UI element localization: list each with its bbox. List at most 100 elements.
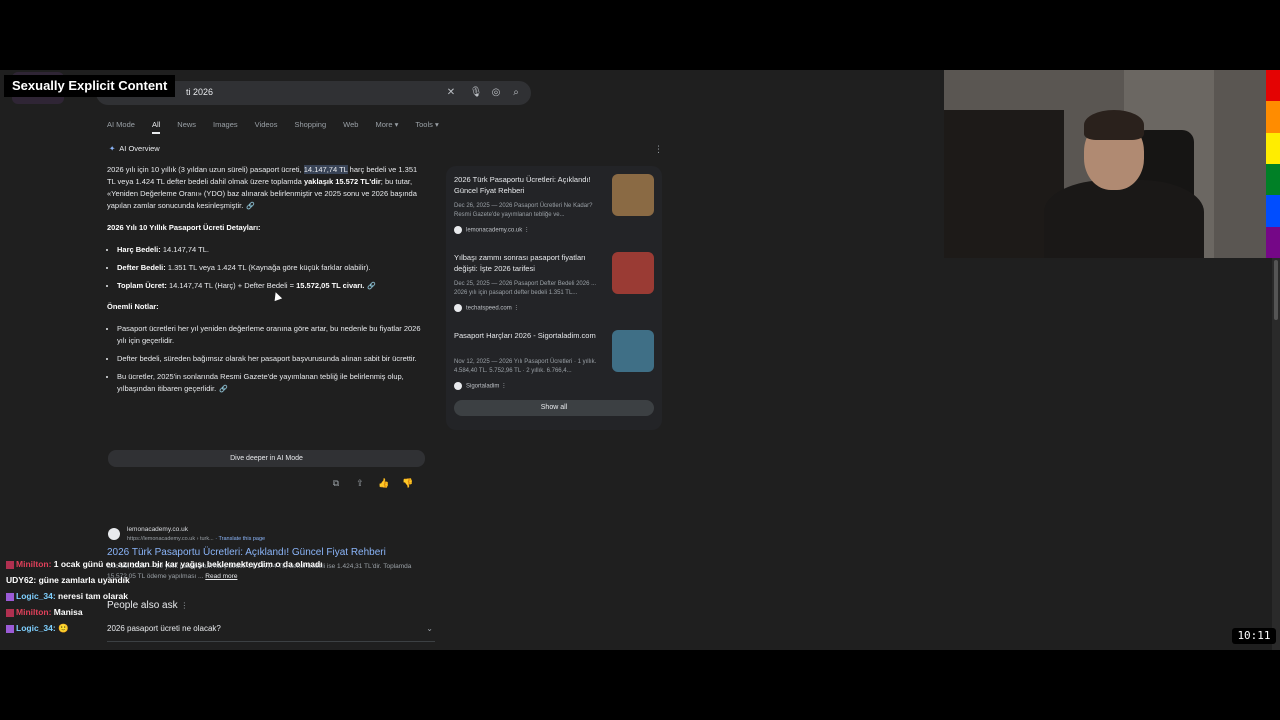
result-url[interactable]: https://lemonacademy.co.uk › turk... · T… (127, 536, 265, 542)
source-site: lemonacademy.co.uk ⋮ (454, 226, 530, 234)
list-item: Harç Bedeli: 14.147,74 TL. (117, 244, 427, 256)
link-icon[interactable]: 🔗 (219, 386, 228, 393)
source-title[interactable]: Pasaport Harçları 2026 - Sigortaladim.co… (454, 330, 604, 341)
search-query[interactable]: ti 2026 (186, 87, 213, 97)
tab-all[interactable]: All (151, 120, 161, 134)
source-card[interactable]: Pasaport Harçları 2026 - Sigortaladim.co… (454, 330, 654, 400)
webcam-person-hair (1084, 110, 1144, 140)
chat-user: Minilton: (16, 607, 52, 617)
detail-bold: 15.572,05 TL civarı. (296, 281, 365, 290)
chat-message: Minilton: Manisa (6, 604, 426, 620)
lens-icon[interactable]: ◎ (489, 86, 503, 100)
chat-message: Logic_34: neresi tam olarak (6, 588, 426, 604)
badge-icon (6, 608, 14, 617)
thumbs-up-icon[interactable]: 👍 (378, 478, 390, 490)
source-title[interactable]: 2026 Türk Pasaportu Ücretleri: Açıklandı… (454, 174, 604, 196)
source-desc: Dec 26, 2025 — 2026 Pasaport Ücretleri N… (454, 203, 593, 218)
source-title[interactable]: Yılbaşı zammı sonrası pasaport fiyatları… (454, 252, 604, 274)
nsfw-label: Sexually Explicit Content (4, 75, 176, 97)
tab-ai-mode[interactable]: AI Mode (107, 120, 135, 134)
source-desc: Nov 12, 2025 — 2026 Yılı Pasaport Ücretl… (454, 359, 597, 374)
badge-icon (6, 624, 14, 633)
tab-shopping[interactable]: Shopping (294, 120, 326, 134)
screen: ti 2026 ✕ 🎙 ◎ ⌕ Sexually Explicit Conten… (0, 70, 1280, 650)
source-site: techatspeed.com ⋮ (454, 304, 519, 312)
favicon-icon (454, 226, 462, 234)
ai-overview-title: AI Overview (119, 144, 160, 153)
more-options-icon[interactable]: ⋮ (654, 144, 663, 155)
detail-label: Defter Bedeli: (117, 263, 166, 272)
tab-tools[interactable]: Tools ▾ (415, 120, 438, 134)
chat-message: Logic_34: 🙂 (6, 620, 426, 636)
tab-web[interactable]: Web (343, 120, 358, 134)
share-icon[interactable]: ⇪ (354, 478, 366, 490)
tab-videos[interactable]: Videos (255, 120, 278, 134)
detail-text: 1.351 TL veya 1.424 TL (Kaynağa göre küç… (165, 263, 371, 272)
sources-panel: 2026 Türk Pasaportu Ücretleri: Açıklandı… (446, 166, 662, 430)
translate-link[interactable]: · Translate this page (214, 536, 265, 542)
ai-overview-intro: 2026 yılı için 10 yıllık (3 yıldan uzun … (107, 164, 427, 213)
intro-text-a: 2026 yılı için 10 yıllık (3 yıldan uzun … (107, 165, 304, 174)
tab-more[interactable]: More ▾ (375, 120, 398, 134)
source-site: Sigortaladim ⋮ (454, 382, 507, 390)
notes-heading: Önemli Notlar: (107, 302, 159, 311)
detail-label: Harç Bedeli: (117, 245, 161, 254)
tab-images[interactable]: Images (213, 120, 238, 134)
details-heading: 2026 Yılı 10 Yıllık Pasaport Ücreti Deta… (107, 223, 261, 232)
source-desc: Dec 25, 2025 — 2026 Pasaport Defter Bede… (454, 281, 597, 296)
intro-bold: yaklaşık 15.572 TL'dir (303, 177, 381, 186)
link-icon[interactable]: 🔗 (246, 203, 255, 210)
list-item: Bu ücretler, 2025'in sonlarında Resmi Ga… (117, 371, 427, 396)
scrollbar-thumb[interactable] (1274, 260, 1278, 320)
list-item: Toplam Ücret: 14.147,74 TL (Harç) + Deft… (117, 280, 427, 293)
favicon-icon (454, 382, 462, 390)
chat-overlay: Minilton: 1 ocak günü en azından bir kar… (6, 556, 426, 636)
clock: 10:11 (1232, 628, 1276, 644)
result-url-text[interactable]: https://lemonacademy.co.uk › turk... (127, 536, 214, 542)
mic-icon[interactable]: 🎙 (469, 86, 483, 100)
chat-text: 1 ocak günü en azından bir kar yağışı be… (51, 559, 323, 569)
chat-user: UDY62: (6, 575, 37, 585)
chat-user: Minilton: (16, 559, 52, 569)
chat-user: Logic_34: (16, 623, 56, 633)
intro-highlight: 14.147,74 TL (303, 165, 348, 174)
detail-text: 14.147,74 TL (Harç) + Defter Bedeli = (166, 281, 297, 290)
webcam-person-body (1044, 180, 1204, 258)
detail-text: 14.147,74 TL. (160, 245, 210, 254)
detail-label: Toplam Ücret: (117, 281, 167, 290)
source-site-name: techatspeed.com (466, 305, 512, 312)
source-thumbnail[interactable] (612, 252, 654, 294)
ai-overview-heading: ✦ AI Overview (109, 144, 160, 153)
webcam-feed (944, 70, 1280, 258)
close-icon[interactable]: ✕ (444, 86, 458, 100)
source-card[interactable]: 2026 Türk Pasaportu Ücretleri: Açıklandı… (454, 174, 654, 244)
result-favicon-icon (108, 528, 120, 540)
dive-deeper-button[interactable]: Dive deeper in AI Mode (108, 450, 425, 467)
source-thumbnail[interactable] (612, 174, 654, 216)
list-item: Defter bedeli, süreden bağımsız olarak h… (117, 353, 427, 365)
scrollbar[interactable] (1272, 258, 1280, 650)
result-site[interactable]: lemonacademy.co.uk (127, 526, 188, 533)
source-site-name: Sigortaladim (466, 383, 500, 390)
chevron-down-icon[interactable]: ⌄ (426, 624, 433, 633)
list-item: Pasaport ücretleri her yıl yeniden değer… (117, 323, 427, 347)
tab-news[interactable]: News (177, 120, 196, 134)
thumbs-down-icon[interactable]: 👎 (402, 478, 414, 490)
search-icon[interactable]: ⌕ (509, 86, 523, 100)
badge-icon (6, 592, 14, 601)
source-thumbnail[interactable] (612, 330, 654, 372)
chat-message: Minilton: 1 ocak günü en azından bir kar… (6, 556, 426, 572)
list-item: Defter Bedeli: 1.351 TL veya 1.424 TL (K… (117, 262, 427, 274)
copy-icon[interactable]: ⧉ (330, 478, 342, 490)
chat-message: UDY62: güne zamlarla uyandık (6, 572, 426, 588)
show-all-button[interactable]: Show all (454, 400, 654, 416)
ai-overview-body: 2026 yılı için 10 yıllık (3 yıldan uzun … (107, 164, 427, 404)
chat-text: Manisa (51, 607, 83, 617)
chat-text: neresi tam olarak (55, 591, 128, 601)
badge-icon (6, 560, 14, 569)
source-card[interactable]: Yılbaşı zammı sonrası pasaport fiyatları… (454, 252, 654, 322)
notes-list: Pasaport ücretleri her yıl yeniden değer… (117, 323, 427, 396)
link-icon[interactable]: 🔗 (367, 283, 376, 290)
rainbow-bar (1266, 70, 1280, 258)
chat-user: Logic_34: (16, 591, 56, 601)
